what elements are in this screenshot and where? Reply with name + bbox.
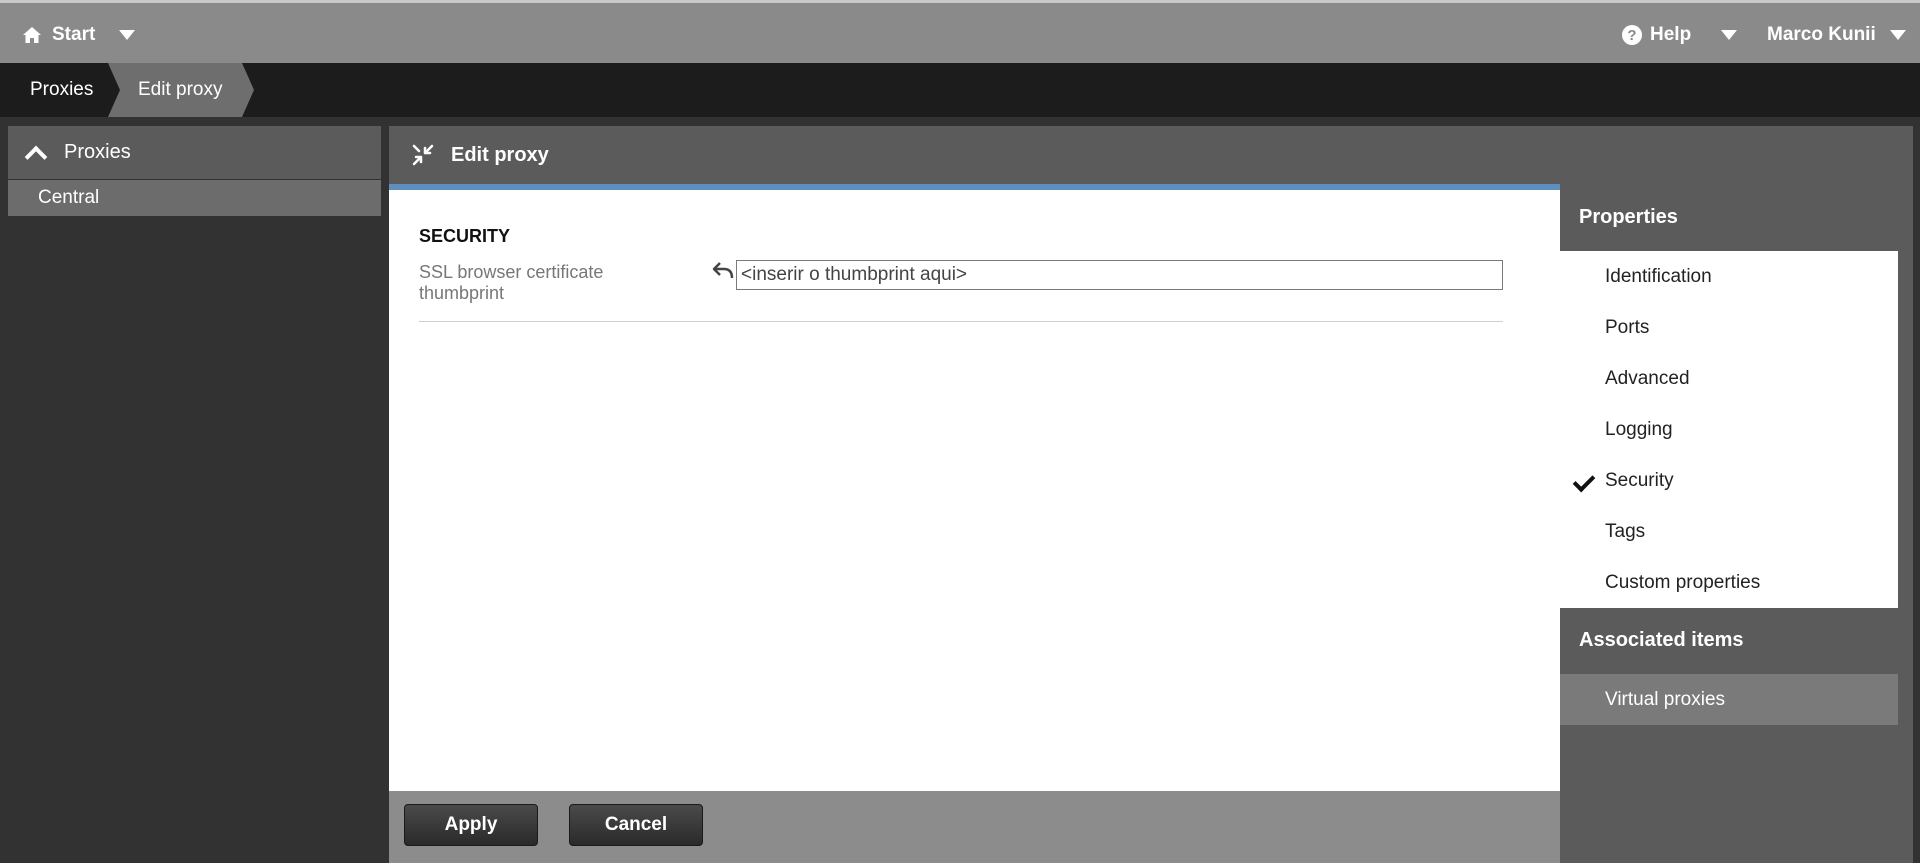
associated-items-heading: Associated items (1579, 629, 1744, 651)
start-menu-button[interactable]: Start (22, 23, 136, 47)
edit-proxy-header: Edit proxy (389, 126, 1913, 184)
home-icon (23, 27, 41, 43)
undo-icon[interactable] (712, 261, 734, 281)
page-title: Edit proxy (451, 143, 549, 166)
properties-heading: Properties (1579, 206, 1678, 228)
left-navigation: Proxies Central (8, 126, 381, 863)
chevron-down-icon (1721, 30, 1738, 40)
ssl-thumbprint-label: SSL browser certificate thumbprint (419, 262, 604, 303)
user-menu-button[interactable]: Marco Kunii (1767, 23, 1906, 47)
leftnav-section-label: Proxies (64, 141, 131, 163)
help-label: Help (1650, 24, 1692, 45)
property-item-security[interactable]: Security (1560, 455, 1898, 506)
property-item-logging[interactable]: Logging (1560, 404, 1898, 455)
edit-proxy-form: SECURITY SSL browser certificate thumbpr… (389, 184, 1560, 791)
leftnav-item-central[interactable]: Central (8, 180, 381, 216)
start-label: Start (52, 24, 96, 45)
breadcrumb: Proxies Edit proxy (0, 63, 1920, 117)
apply-button[interactable]: Apply (404, 804, 538, 846)
leftnav-section-proxies[interactable]: Proxies (8, 126, 381, 179)
property-item-custom-properties[interactable]: Custom properties (1560, 557, 1898, 608)
breadcrumb-item-edit-proxy[interactable]: Edit proxy (138, 63, 222, 117)
cancel-button[interactable]: Cancel (569, 804, 703, 846)
divider (419, 321, 1503, 322)
properties-sidebar: Properties Identification Ports Advanced… (1560, 184, 1913, 863)
chevron-down-icon (1889, 30, 1906, 40)
property-item-tags[interactable]: Tags (1560, 506, 1898, 557)
question-circle-icon: ? (1622, 25, 1642, 45)
help-menu-button[interactable]: ? Help (1622, 23, 1738, 47)
form-footer: Apply Cancel (389, 791, 1560, 863)
ssl-thumbprint-input[interactable] (736, 260, 1503, 290)
chevron-up-icon (24, 145, 48, 168)
section-title-security: SECURITY (419, 226, 511, 246)
associated-item-virtual-proxies[interactable]: Virtual proxies (1560, 674, 1898, 725)
property-item-ports[interactable]: Ports (1560, 302, 1898, 353)
property-item-advanced[interactable]: Advanced (1560, 353, 1898, 404)
chevron-down-icon (119, 30, 136, 40)
properties-list: Identification Ports Advanced Logging Se… (1560, 251, 1898, 608)
top-bar: Start ? Help Marco Kunii (0, 0, 1920, 63)
collapse-arrows-icon (412, 144, 434, 166)
user-name: Marco Kunii (1767, 24, 1876, 45)
property-item-identification[interactable]: Identification (1560, 251, 1898, 302)
breadcrumb-item-proxies[interactable]: Proxies (30, 63, 93, 117)
